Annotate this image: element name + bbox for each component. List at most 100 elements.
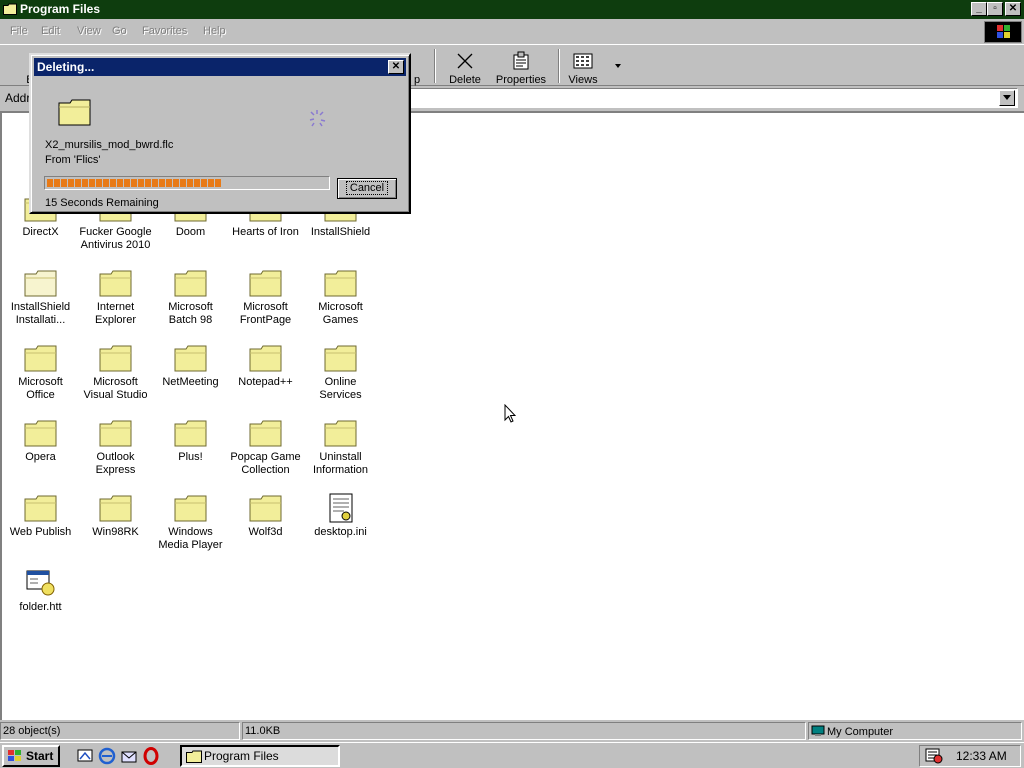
file-item-label: Online Services xyxy=(319,376,362,401)
file-item[interactable]: Windows Media Player xyxy=(153,493,228,552)
window-titlebar[interactable]: Program Files _ ▫ ✕ xyxy=(0,0,1024,19)
menu-help[interactable]: Help xyxy=(203,25,226,37)
folder-icon xyxy=(324,420,356,447)
cancel-button[interactable]: Cancel xyxy=(337,178,397,199)
file-item-label: Uninstall Information xyxy=(312,451,369,476)
file-item[interactable]: Microsoft Games xyxy=(303,268,378,327)
clock[interactable]: 12:33 AM xyxy=(956,749,1007,763)
menu-file[interactable]: File xyxy=(10,25,28,37)
progress-fill xyxy=(47,179,221,187)
delete-button[interactable]: Delete xyxy=(436,49,494,86)
system-tray: 12:33 AM xyxy=(919,745,1021,767)
file-item-label: Outlook Express xyxy=(95,451,136,476)
menu-view[interactable]: View xyxy=(77,25,101,37)
folder-icon xyxy=(174,420,206,447)
dialog-close-button[interactable]: ✕ xyxy=(388,60,404,74)
menu-go[interactable]: Go xyxy=(112,25,127,37)
file-item[interactable]: Microsoft Batch 98 xyxy=(153,268,228,327)
properties-icon xyxy=(513,51,529,70)
deleting-dialog: Deleting... ✕ X2_mursilis_mod_bwrd.flc F… xyxy=(29,53,411,214)
menu-edit[interactable]: Edit xyxy=(41,25,60,37)
file-item-label: desktop.ini xyxy=(314,526,367,538)
file-item[interactable]: InstallShield Installati... xyxy=(3,268,78,327)
file-item-label: Opera xyxy=(25,451,56,463)
window-title: Program Files xyxy=(20,2,101,16)
file-item[interactable]: NetMeeting xyxy=(153,343,228,389)
folder-icon xyxy=(249,495,281,522)
start-button[interactable]: Start xyxy=(2,745,60,767)
status-size: 11.0KB xyxy=(242,722,806,740)
views-button[interactable]: Views xyxy=(554,49,612,86)
folder-icon xyxy=(24,345,56,372)
menu-favorites[interactable]: Favorites xyxy=(142,25,187,37)
delete-progress-bar xyxy=(44,176,330,190)
folder-icon xyxy=(324,345,356,372)
file-item[interactable]: folder.htt xyxy=(3,568,78,614)
folder-icon xyxy=(186,750,202,763)
chevron-down-icon xyxy=(1003,95,1011,100)
folder-icon xyxy=(174,345,206,372)
windows-logo-throbber xyxy=(984,21,1022,43)
file-item[interactable]: Outlook Express xyxy=(78,418,153,477)
internet-explorer-icon[interactable] xyxy=(98,747,116,765)
folder-icon xyxy=(249,345,281,372)
file-item-label: Web Publish xyxy=(9,526,72,538)
folder-icon xyxy=(99,345,131,372)
taskbar: Start Program Files 12:33 AM xyxy=(0,742,1024,768)
dialog-title: Deleting... xyxy=(37,60,95,74)
close-button[interactable]: ✕ xyxy=(1005,2,1021,16)
file-item[interactable]: Win98RK xyxy=(78,493,153,539)
folder-icon xyxy=(58,99,91,126)
address-dropdown-button[interactable] xyxy=(999,90,1015,106)
file-item[interactable]: Microsoft Office xyxy=(3,343,78,402)
views-icon xyxy=(573,53,593,69)
file-item[interactable]: Plus! xyxy=(153,418,228,464)
file-item-label: NetMeeting xyxy=(162,376,219,388)
my-computer-icon xyxy=(811,725,825,736)
file-item[interactable]: Opera xyxy=(3,418,78,464)
dialog-titlebar[interactable]: Deleting... ✕ xyxy=(34,58,406,76)
folder-icon xyxy=(24,495,56,522)
restore-button[interactable]: ▫ xyxy=(987,2,1003,16)
file-item[interactable]: desktop.ini xyxy=(303,493,378,539)
file-item-label: Fucker Google Antivirus 2010 xyxy=(79,226,152,251)
file-item-label: Plus! xyxy=(178,451,203,463)
folder-icon xyxy=(324,270,356,297)
file-item[interactable]: Microsoft Visual Studio xyxy=(78,343,153,402)
file-item-label: InstallShield xyxy=(310,226,371,238)
folder-icon xyxy=(3,3,17,15)
menu-bar: File Edit View Go Favorites Help xyxy=(0,21,1024,43)
scheduler-tray-icon[interactable] xyxy=(925,748,943,764)
htt-file-icon xyxy=(26,570,54,596)
properties-button[interactable]: Properties xyxy=(492,49,550,86)
taskbar-item-program-files[interactable]: Program Files xyxy=(180,745,340,767)
file-item-label: Windows Media Player xyxy=(158,526,223,551)
mouse-cursor-icon xyxy=(504,404,516,423)
status-object-count: 28 object(s) xyxy=(0,722,240,740)
file-item[interactable]: Microsoft FrontPage xyxy=(228,268,303,327)
time-remaining: 15 Seconds Remaining xyxy=(45,197,159,209)
ini-file-icon xyxy=(329,493,352,523)
folder-pale-icon xyxy=(24,270,56,297)
folder-icon xyxy=(99,270,131,297)
flying-paper-animation-icon xyxy=(309,110,326,127)
minimize-button[interactable]: _ xyxy=(971,2,987,16)
file-item-label: Win98RK xyxy=(92,526,139,538)
file-item[interactable]: Notepad++ xyxy=(228,343,303,389)
file-item[interactable]: Online Services xyxy=(303,343,378,402)
outlook-express-icon[interactable] xyxy=(120,747,138,765)
file-item-label: Microsoft Batch 98 xyxy=(168,301,213,326)
file-item-label: Hearts of Iron xyxy=(232,226,299,238)
dialog-filename: X2_mursilis_mod_bwrd.flc xyxy=(45,139,174,151)
file-item-label: Doom xyxy=(175,226,206,238)
opera-icon[interactable] xyxy=(142,747,160,765)
file-item[interactable]: Wolf3d xyxy=(228,493,303,539)
delete-x-icon xyxy=(457,53,473,69)
file-item[interactable]: Internet Explorer xyxy=(78,268,153,327)
show-desktop-icon[interactable] xyxy=(76,747,94,765)
views-dropdown-arrow-icon[interactable] xyxy=(614,63,622,69)
file-item-label: Notepad++ xyxy=(238,376,293,388)
file-item[interactable]: Uninstall Information xyxy=(303,418,378,477)
file-item[interactable]: Web Publish xyxy=(3,493,78,539)
file-item[interactable]: Popcap Game Collection xyxy=(228,418,303,477)
